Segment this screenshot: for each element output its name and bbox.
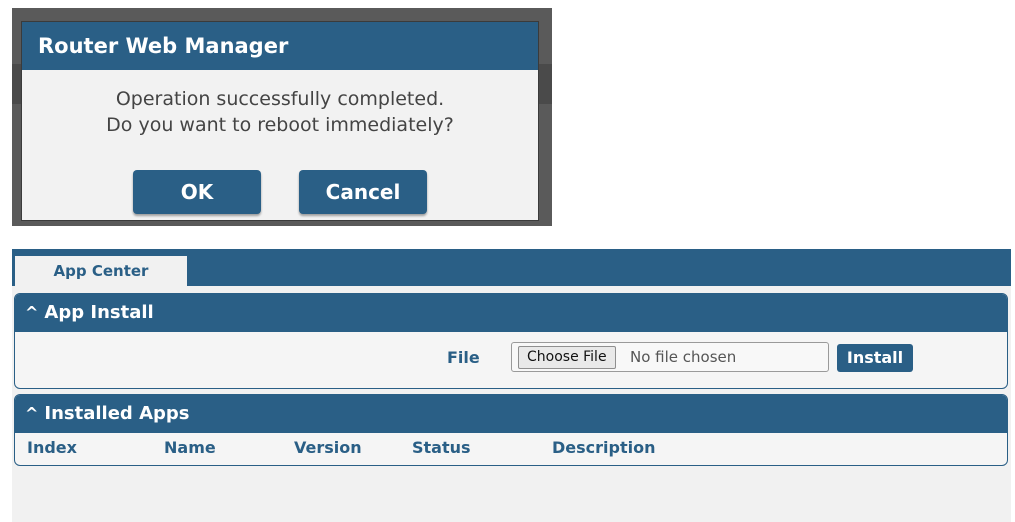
dialog-title: Router Web Manager [22, 22, 538, 70]
dialog-backdrop: Router Web Manager Operation successfull… [12, 8, 552, 226]
installed-apps-columns: Index Name Version Status Description [15, 433, 1007, 463]
dialog-message-line2: Do you want to reboot immediately? [106, 114, 454, 136]
installed-apps-section: ^ Installed Apps Index Name Version Statu… [14, 394, 1008, 466]
cancel-button[interactable]: Cancel [299, 170, 427, 214]
tab-bar: App Center [12, 249, 1011, 287]
dialog-message-line1: Operation successfully completed. [115, 88, 445, 110]
column-header-description: Description [552, 438, 656, 457]
column-header-index: Index [27, 438, 77, 457]
app-center-panel: App Center ^ App Install File Choose File… [12, 249, 1011, 522]
file-label: File [447, 348, 480, 367]
file-input[interactable]: Choose File No file chosen [511, 342, 829, 372]
app-install-section: ^ App Install File Choose File No file ch… [14, 293, 1008, 389]
column-header-status: Status [412, 438, 471, 457]
reboot-dialog: Router Web Manager Operation successfull… [22, 22, 538, 220]
tab-app-center[interactable]: App Center [15, 256, 187, 287]
column-header-version: Version [294, 438, 362, 457]
chevron-up-icon: ^ [25, 404, 39, 423]
app-install-title: App Install [44, 302, 154, 323]
no-file-text: No file chosen [630, 348, 737, 366]
dialog-message: Operation successfully completed. Do you… [22, 86, 538, 138]
chevron-up-icon: ^ [25, 303, 39, 322]
ok-button[interactable]: OK [133, 170, 261, 214]
dialog-buttons: OK Cancel [22, 170, 538, 214]
file-row: File Choose File No file chosen Install [15, 332, 1007, 388]
installed-apps-title: Installed Apps [44, 403, 190, 424]
installed-apps-header[interactable]: ^ Installed Apps [15, 395, 1007, 433]
column-header-name: Name [164, 438, 216, 457]
app-install-header[interactable]: ^ App Install [15, 294, 1007, 332]
install-button[interactable]: Install [837, 344, 913, 372]
choose-file-button[interactable]: Choose File [518, 346, 616, 369]
